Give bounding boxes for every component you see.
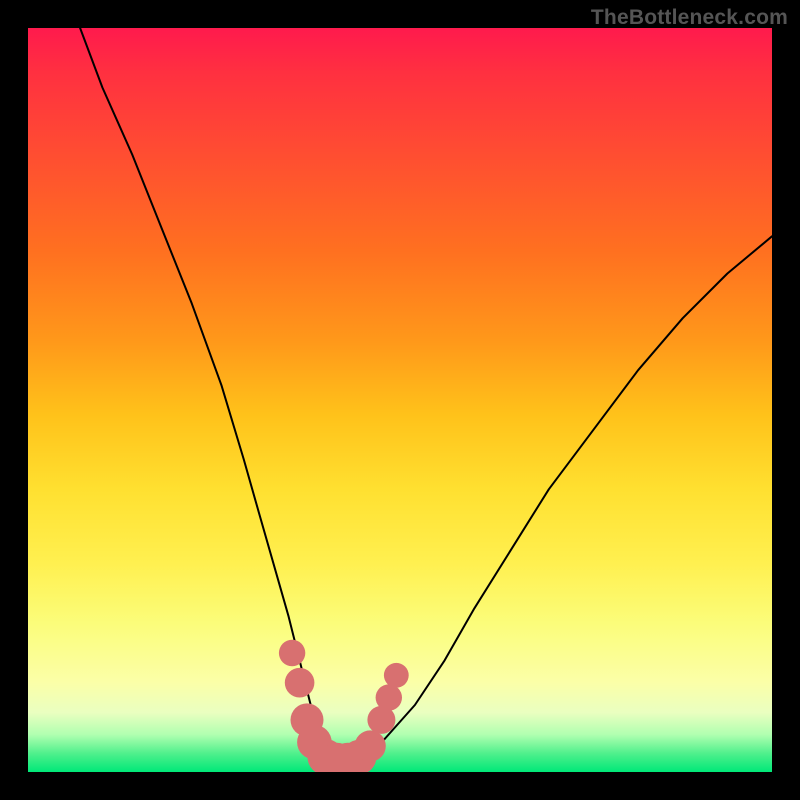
bottleneck-curve [80, 28, 772, 761]
emphasis-dot [285, 668, 315, 698]
emphasis-dots-group [279, 640, 409, 772]
emphasis-dot [384, 663, 409, 688]
chart-frame: TheBottleneck.com [0, 0, 800, 800]
chart-svg [28, 28, 772, 772]
emphasis-dot [355, 730, 386, 761]
emphasis-dot [279, 640, 305, 666]
emphasis-dot [376, 684, 402, 710]
watermark-text: TheBottleneck.com [591, 6, 788, 30]
plot-area [28, 28, 772, 772]
